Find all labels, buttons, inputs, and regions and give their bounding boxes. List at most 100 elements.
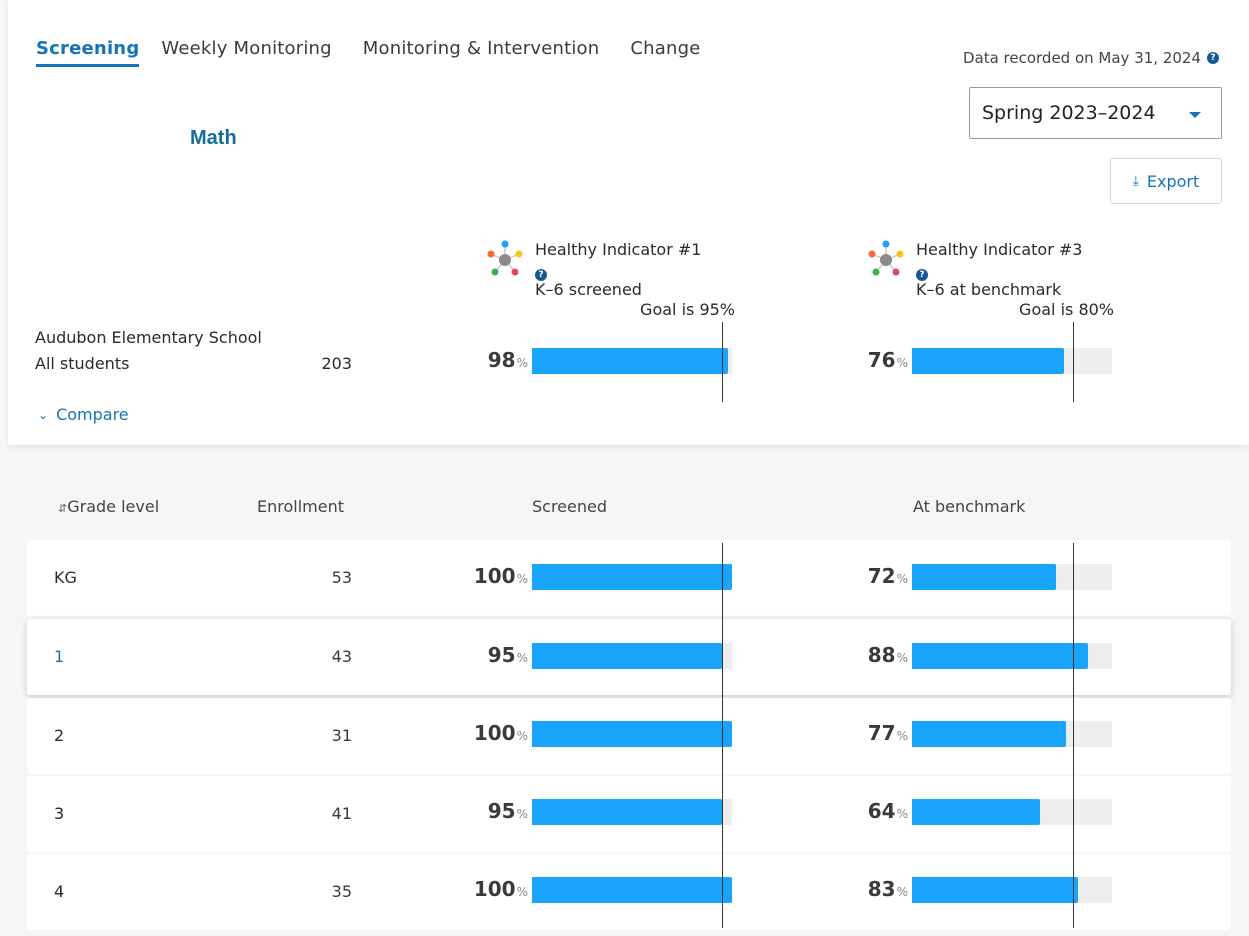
pct-unit: % — [516, 729, 528, 743]
indicator-goal: Goal is 95% — [640, 300, 735, 319]
pct-unit: % — [896, 651, 908, 665]
benchmark-bar — [912, 564, 1112, 590]
pct-value: 88 — [867, 643, 896, 667]
grade-level: KG — [54, 568, 77, 587]
tab-change[interactable]: Change — [630, 38, 700, 67]
grade-level-link[interactable]: 1 — [54, 647, 64, 666]
enrollment: 31 — [331, 726, 352, 745]
enrollment: 43 — [331, 647, 352, 666]
indicator-help[interactable]: ? — [916, 262, 928, 281]
healthy-indicator-3: Healthy Indicator #3 ? K–6 at benchmark … — [866, 240, 1116, 320]
benchmark-bar — [912, 877, 1112, 903]
column-header-grade[interactable]: ⇵Grade level — [58, 497, 159, 516]
bar-fill — [912, 877, 1078, 903]
pct-unit: % — [896, 356, 908, 370]
pct-value: 95 — [487, 643, 516, 667]
screened-pct: 95% — [440, 799, 528, 823]
column-header-benchmark: At benchmark — [913, 497, 1026, 516]
help-icon[interactable]: ? — [1207, 52, 1219, 64]
season-select-value: Spring 2023–2024 — [982, 102, 1156, 124]
screened-bar — [532, 643, 732, 669]
indicator-title: Healthy Indicator #1 — [535, 240, 702, 259]
pct-value: 76 — [867, 348, 896, 372]
indicator-desc: K–6 screened — [535, 280, 642, 299]
pct-unit: % — [896, 885, 908, 899]
tab-bar: Screening Weekly Monitoring Monitoring &… — [36, 38, 732, 67]
pct-value: 98 — [487, 348, 516, 372]
pct-unit: % — [896, 807, 908, 821]
benchmark-pct: 88% — [820, 643, 908, 667]
pct-value: 72 — [867, 564, 896, 588]
pct-value: 77 — [867, 721, 896, 745]
enrollment: 41 — [331, 804, 352, 823]
indicator-icon — [868, 240, 904, 276]
grade-level: 3 — [54, 804, 65, 823]
school-benchmark-pct: 76% — [820, 348, 908, 372]
column-header-screened: Screened — [532, 497, 608, 516]
bar-fill — [532, 799, 722, 825]
goal-line-benchmark — [1073, 543, 1074, 928]
pct-unit: % — [516, 885, 528, 899]
export-label: Export — [1146, 171, 1200, 191]
pct-unit: % — [896, 729, 908, 743]
indicator-goal: Goal is 80% — [1019, 300, 1114, 319]
compare-toggle[interactable]: ⌄ Compare — [38, 405, 129, 424]
data-recorded-text: Data recorded on May 31, 2024 — [962, 49, 1201, 67]
pct-unit: % — [516, 356, 528, 370]
bar-fill — [532, 564, 732, 590]
indicator-title: Healthy Indicator #3 — [916, 240, 1083, 259]
goal-line-screened — [722, 543, 723, 928]
grade-level: 4 — [54, 882, 65, 901]
pct-value: 100 — [473, 721, 516, 745]
export-button[interactable]: ⤓ Export — [1110, 158, 1222, 204]
bar-fill — [912, 799, 1040, 825]
benchmark-pct: 64% — [820, 799, 908, 823]
subject-title: Math — [190, 127, 237, 149]
indicator-desc: K–6 at benchmark — [916, 280, 1062, 299]
chevron-down-icon: ⌄ — [38, 407, 49, 422]
screened-pct: 100% — [440, 564, 528, 588]
data-recorded-info: Data recorded on May 31, 2024 ? — [963, 49, 1219, 67]
school-name: Audubon Elementary School — [35, 328, 262, 347]
screened-bar — [532, 564, 732, 590]
benchmark-bar — [912, 643, 1112, 669]
benchmark-bar — [912, 721, 1112, 747]
bar-fill — [912, 348, 1064, 374]
pct-value: 100 — [473, 877, 516, 901]
goal-line-screened — [722, 322, 723, 402]
pct-unit: % — [516, 807, 528, 821]
pct-unit: % — [516, 651, 528, 665]
bar-fill — [532, 721, 732, 747]
tab-screening[interactable]: Screening — [36, 38, 140, 67]
goal-line-benchmark — [1073, 322, 1074, 402]
school-enrollment: 203 — [321, 354, 352, 373]
bar-fill — [912, 564, 1056, 590]
sort-icon: ⇵ — [58, 502, 68, 515]
grade-level: 2 — [54, 726, 65, 745]
pct-value: 83 — [867, 877, 896, 901]
bar-fill — [532, 348, 728, 374]
column-header-enrollment: Enrollment — [257, 497, 344, 516]
benchmark-pct: 77% — [820, 721, 908, 745]
screened-pct: 100% — [440, 721, 528, 745]
column-label: Grade level — [67, 497, 160, 516]
benchmark-bar — [912, 799, 1112, 825]
indicator-help[interactable]: ? — [535, 262, 547, 281]
tab-weekly-monitoring[interactable]: Weekly Monitoring — [161, 38, 331, 67]
caret-down-icon — [1189, 112, 1201, 118]
screened-pct: 100% — [440, 877, 528, 901]
school-screened-bar — [532, 348, 732, 374]
benchmark-pct: 83% — [820, 877, 908, 901]
screened-bar — [532, 799, 732, 825]
pct-unit: % — [896, 572, 908, 586]
healthy-indicator-1: Healthy Indicator #1 ? K–6 screened Goal… — [485, 240, 735, 320]
enrollment: 53 — [331, 568, 352, 587]
season-select[interactable]: Spring 2023–2024 — [969, 87, 1222, 139]
tab-monitoring-intervention[interactable]: Monitoring & Intervention — [363, 38, 600, 67]
indicator-icon — [487, 240, 523, 276]
school-benchmark-bar — [912, 348, 1112, 374]
bar-fill — [912, 643, 1088, 669]
pct-unit: % — [516, 572, 528, 586]
benchmark-pct: 72% — [820, 564, 908, 588]
screened-bar — [532, 877, 732, 903]
